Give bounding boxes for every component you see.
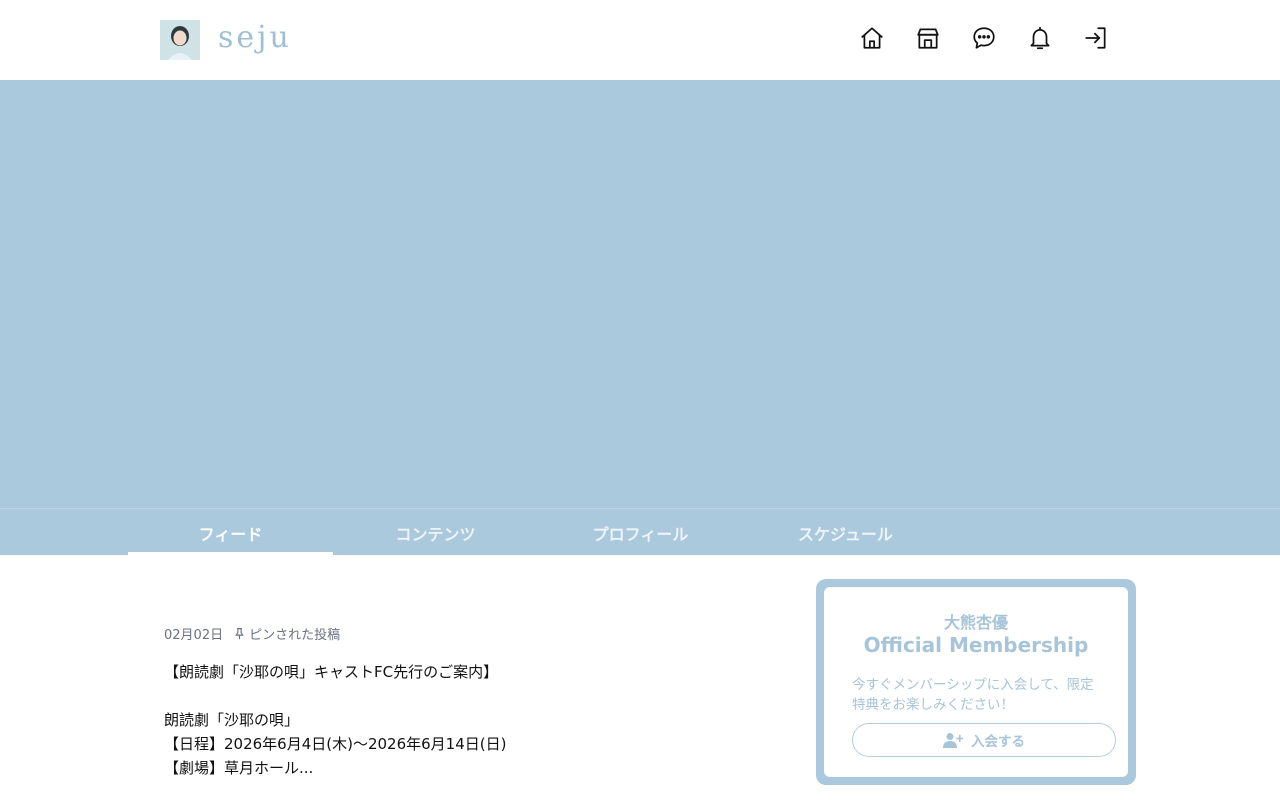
pinned-indicator: ピンされた投稿 [233,624,340,643]
membership-description: 今すぐメンバーシップに入会して、限定特典をお楽しみください！ [852,677,1094,713]
login-icon[interactable] [1082,24,1110,52]
post-meta: 02月02日 ピンされた投稿 [164,624,340,643]
shop-icon[interactable] [914,24,942,52]
tab-feed[interactable]: フィード [128,509,333,556]
pin-icon [235,628,244,640]
tab-bar: フィード コンテンツ プロフィール スケジュール [0,508,1280,556]
post-line: 【劇場】草月ホール... [164,759,314,777]
join-button-label: 入会する [971,734,1025,750]
feed-post[interactable]: 02月02日 ピンされた投稿 【朗読劇「沙耶の唄」キャストFC先行のご案内】 朗… [144,604,792,800]
bell-icon[interactable] [1026,24,1054,52]
top-header: seju [0,0,1280,80]
post-line: 朗読劇「沙耶の唄」 [164,711,300,729]
post-line: 【朗読劇「沙耶の唄」キャストFC先行のご案内】 [164,663,499,681]
add-user-icon [943,733,963,748]
avatar[interactable] [160,20,200,60]
post-date: 02月02日 [164,628,224,643]
chat-icon[interactable] [970,24,998,52]
pinned-label: ピンされた投稿 [249,628,341,643]
membership-title: Official Membership [863,633,1089,657]
tab-contents[interactable]: コンテンツ [333,509,538,556]
tab-profile[interactable]: プロフィール [538,509,743,556]
membership-card: 大熊杏優 Official Membership 今すぐメンバーシップに入会して… [816,579,1136,785]
post-body: 【朗読劇「沙耶の唄」キャストFC先行のご案内】 朗読劇「沙耶の唄」 【日程】20… [164,660,506,780]
home-icon[interactable] [858,24,886,52]
membership-card-body: 大熊杏優 Official Membership 今すぐメンバーシップに入会して… [824,587,1128,777]
tab-schedule[interactable]: スケジュール [743,509,948,556]
artist-name: 大熊杏優 [943,613,1008,632]
cover-banner [0,80,1280,508]
post-line-blank [164,684,506,708]
join-button[interactable]: 入会する [852,723,1116,757]
post-line: 【日程】2026年6月4日(木)〜2026年6月14日(日) [164,735,507,753]
site-logo[interactable]: seju [218,18,292,58]
